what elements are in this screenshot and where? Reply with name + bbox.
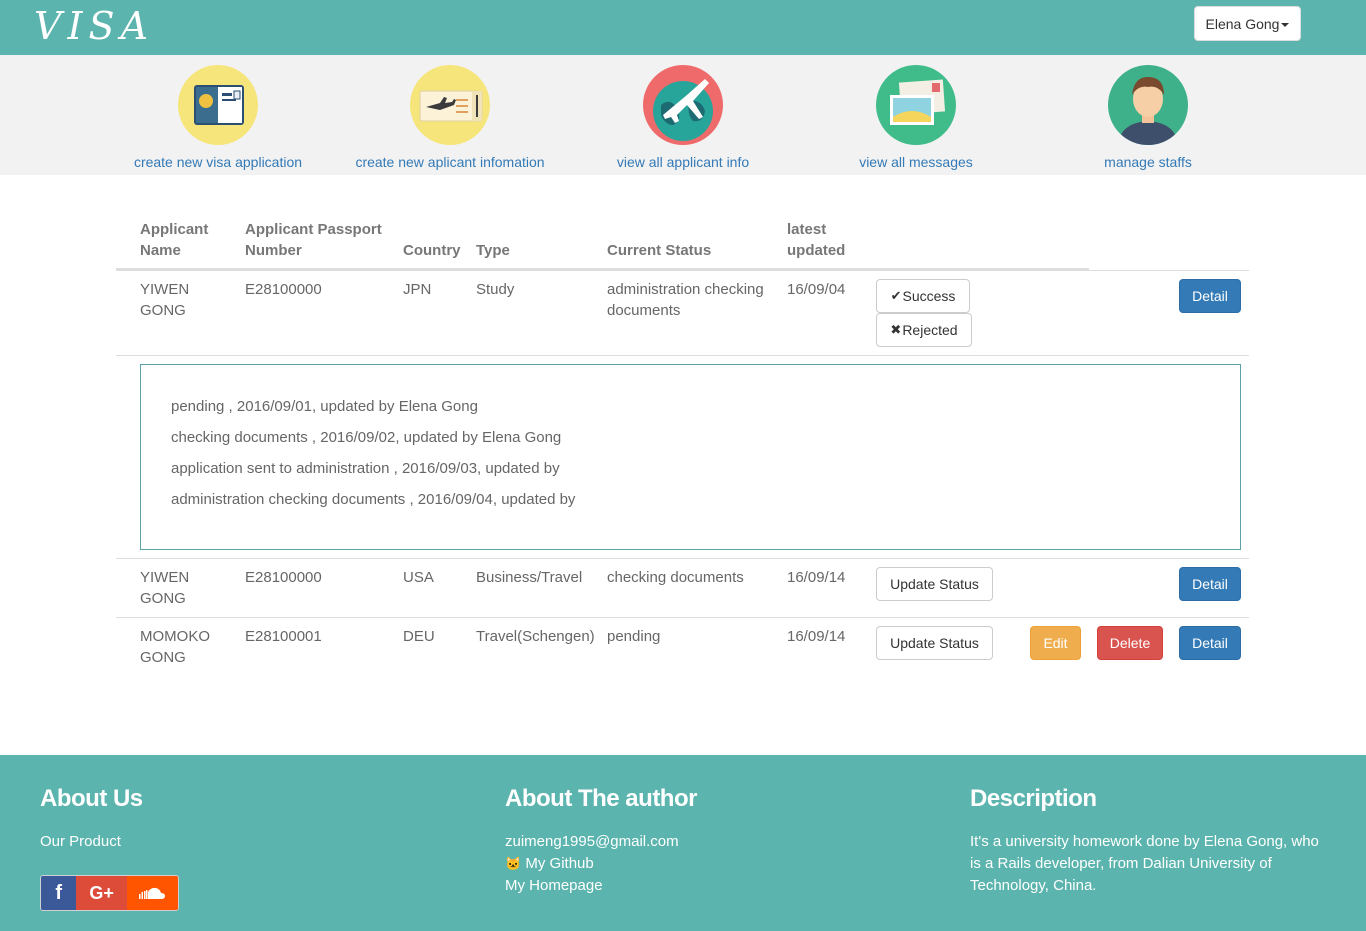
detail-button[interactable]: Detail: [1179, 626, 1241, 660]
applicant-name: YIWEN GONG: [140, 569, 190, 607]
x-icon: ✖: [890, 322, 902, 337]
homepage-link[interactable]: My Homepage: [505, 875, 603, 897]
about-author-heading: About The author: [505, 785, 697, 812]
history-entry: administration checking documents , 2016…: [171, 491, 576, 508]
menu-label: manage staffs: [1104, 154, 1192, 170]
action-menu: create new visa application create new a…: [0, 55, 1366, 175]
header-current-status: Current Status: [607, 242, 712, 259]
user-menu-dropdown[interactable]: Elena Gong: [1194, 6, 1301, 41]
delete-button[interactable]: Delete: [1097, 626, 1163, 660]
author-email-link[interactable]: zuimeng1995@gmail.com: [505, 831, 679, 853]
detail-button[interactable]: Detail: [1179, 567, 1241, 601]
our-product-link[interactable]: Our Product: [40, 831, 121, 853]
soundcloud-icon[interactable]: [126, 876, 178, 910]
header-type: Type: [476, 242, 510, 259]
passport-number: E28100001: [245, 628, 322, 645]
menu-label: view all applicant info: [616, 154, 750, 170]
staff-avatar-icon: [1108, 65, 1188, 145]
row-divider: [116, 617, 1249, 618]
passport-number: E28100000: [245, 569, 322, 586]
row-divider: [116, 355, 1249, 356]
detail-button[interactable]: Detail: [1179, 279, 1241, 313]
facebook-icon[interactable]: f: [41, 876, 77, 910]
description-heading: Description: [970, 785, 1097, 812]
history-entry: checking documents , 2016/09/02, updated…: [171, 429, 562, 446]
visa-type: Business/Travel: [476, 569, 583, 586]
country: JPN: [403, 281, 432, 298]
current-status: pending: [607, 628, 661, 645]
country: DEU: [403, 628, 435, 645]
github-icon: 🐱: [505, 856, 522, 871]
footer: About Us Our Product f G+ About The auth…: [0, 755, 1366, 931]
edit-button[interactable]: Edit: [1030, 626, 1081, 660]
success-button[interactable]: ✔ Success: [876, 279, 970, 313]
menu-label: view all messages: [859, 154, 973, 170]
table-header: Applicant Name Applicant Passport Number C…: [116, 215, 1089, 270]
update-status-button[interactable]: Update Status: [876, 626, 993, 660]
visa-type: Study: [476, 281, 515, 298]
menu-view-applicant-info[interactable]: view all applicant info: [593, 55, 773, 175]
current-status: checking documents: [607, 569, 744, 586]
check-icon: ✔: [890, 288, 902, 303]
globe-plane-icon: [643, 65, 723, 145]
postcard-icon: [876, 65, 956, 145]
top-navbar: VISA Elena Gong: [0, 0, 1366, 55]
country: USA: [403, 569, 434, 586]
latest-updated: 16/09/04: [787, 281, 846, 298]
description-text: It's a university homework done by Elena…: [970, 833, 1319, 894]
passport-icon: [178, 65, 258, 145]
status-history-panel: pending , 2016/09/01, updated by Elena G…: [140, 364, 1241, 550]
rejected-button[interactable]: ✖ Rejected: [876, 313, 972, 347]
latest-updated: 16/09/14: [787, 569, 846, 586]
header-passport-number: Applicant Passport Number: [245, 221, 382, 259]
applicant-name: YIWEN GONG: [140, 281, 190, 319]
menu-create-visa-application[interactable]: create new visa application: [118, 55, 318, 175]
menu-create-applicant-info[interactable]: create new aplicant infomation: [330, 55, 570, 175]
history-entry: application sent to administration , 201…: [171, 460, 560, 477]
passport-number: E28100000: [245, 281, 322, 298]
applicant-name: MOMOKO GONG: [140, 628, 210, 666]
ticket-icon: [410, 65, 490, 145]
social-buttons: f G+: [40, 875, 179, 911]
menu-label: create new visa application: [133, 154, 303, 170]
menu-manage-staffs[interactable]: manage staffs: [1078, 55, 1218, 175]
google-plus-icon[interactable]: G+: [76, 876, 127, 910]
header-applicant-name: Applicant Name: [140, 221, 209, 259]
visa-type: Travel(Schengen): [476, 628, 595, 645]
menu-label: create new aplicant infomation: [355, 154, 545, 170]
menu-view-messages[interactable]: view all messages: [836, 55, 996, 175]
about-us-heading: About Us: [40, 785, 143, 812]
row-divider: [116, 558, 1249, 559]
github-link[interactable]: 🐱 My Github: [505, 853, 594, 875]
header-divider: [116, 270, 1249, 271]
brand-logo[interactable]: VISA: [34, 4, 154, 48]
history-entry: pending , 2016/09/01, updated by Elena G…: [171, 398, 478, 415]
header-country: Country: [403, 242, 461, 259]
user-menu-label: Elena Gong: [1205, 15, 1280, 32]
latest-updated: 16/09/14: [787, 628, 846, 645]
header-latest-updated: latest updated: [787, 221, 846, 259]
current-status: administration checking documents: [607, 281, 764, 319]
update-status-button[interactable]: Update Status: [876, 567, 993, 601]
caret-down-icon: [1281, 22, 1290, 27]
